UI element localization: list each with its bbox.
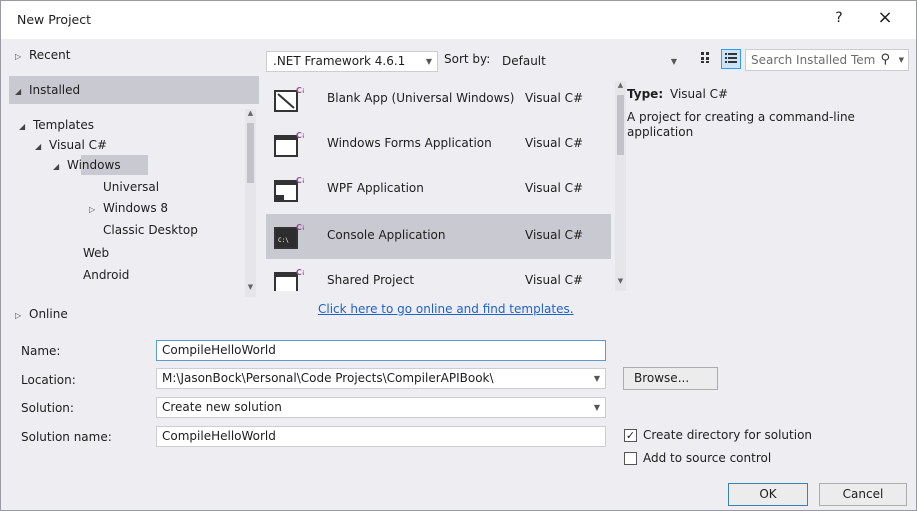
location-label: Location: [21, 373, 76, 387]
list-view-icon[interactable] [721, 49, 741, 69]
create-directory-label[interactable]: Create directory for solution [643, 428, 812, 442]
collapse-arrow-icon: ◢ [53, 162, 60, 171]
chevron-down-icon[interactable]: ▼ [899, 50, 904, 70]
tree-item-windows[interactable]: ◢ Windows [53, 155, 121, 175]
chevron-down-icon: ▼ [425, 57, 432, 66]
wpf-icon: C# [274, 176, 304, 202]
template-description: A project for creating a command-line ap… [627, 110, 855, 139]
collapse-arrow-icon: ◢ [19, 122, 26, 131]
chevron-down-icon: ▼ [593, 374, 600, 383]
tree-item-installed[interactable]: ◢ Installed [15, 80, 80, 100]
online-templates-link[interactable]: Click here to go online and find templat… [318, 302, 574, 316]
tree-item-classic-desktop[interactable]: Classic Desktop [103, 220, 198, 240]
add-source-control-label[interactable]: Add to source control [643, 451, 771, 465]
template-row-winforms[interactable]: C# Windows Forms Application Visual C# [266, 122, 611, 167]
scroll-up-icon[interactable]: ▲ [615, 81, 626, 89]
tree-scrollbar[interactable]: ▲ ▼ [245, 109, 256, 297]
expand-arrow-icon: ▷ [89, 205, 96, 214]
tree-item-online[interactable]: ▷ Online [15, 304, 68, 324]
solution-name-input[interactable]: CompileHelloWorld [156, 426, 606, 447]
tree-item-visual-csharp[interactable]: ◢ Visual C# [35, 135, 107, 155]
type-label: Type: [627, 87, 664, 101]
small-icons-view-icon[interactable] [696, 49, 716, 69]
chevron-down-icon: ▼ [670, 57, 677, 66]
tree-item-web[interactable]: Web [83, 243, 109, 263]
template-row-console[interactable]: C:\ C# Console Application Visual C# [266, 214, 611, 259]
new-project-dialog: New Project ? × ▷ Recent ◢ Installed ◢ Temp… [0, 0, 917, 511]
sort-label: Sort by: [444, 52, 491, 66]
template-row-blank-app[interactable]: C# Blank App (Universal Windows) Visual … [266, 77, 611, 122]
ok-button[interactable]: OK [728, 483, 808, 506]
scroll-down-icon[interactable]: ▼ [245, 283, 256, 291]
scroll-up-icon[interactable]: ▲ [245, 109, 256, 117]
cancel-button[interactable]: Cancel [819, 483, 907, 506]
search-icon[interactable]: ⚲ [880, 50, 890, 70]
name-label: Name: [21, 344, 61, 358]
name-input[interactable]: CompileHelloWorld [156, 340, 606, 361]
expand-arrow-icon: ▷ [15, 311, 22, 320]
svg-text:C:\: C:\ [278, 237, 289, 244]
tree-scroll-thumb[interactable] [247, 123, 254, 183]
tree-item-recent[interactable]: ▷ Recent [15, 45, 70, 65]
svg-text:C#: C# [296, 131, 304, 140]
template-row-shared-project[interactable]: C# Shared Project Visual C# [266, 259, 611, 291]
universal-app-icon: C# [274, 86, 304, 112]
template-scroll-thumb[interactable] [617, 95, 624, 155]
template-tree: ▷ Recent ◢ Installed ◢ Templates ◢ Visual C#… [9, 39, 259, 329]
dialog-title: New Project [17, 12, 92, 27]
collapse-arrow-icon: ◢ [15, 87, 22, 96]
shared-project-icon: C# [274, 268, 304, 291]
tree-item-windows8[interactable]: ▷ Windows 8 [89, 198, 168, 218]
chevron-down-icon: ▼ [593, 403, 600, 412]
title-bar: New Project ? × [1, 1, 916, 39]
svg-text:C#: C# [296, 176, 304, 185]
browse-button[interactable]: Browse... [623, 367, 718, 390]
console-icon: C:\ C# [274, 223, 304, 249]
type-value: Visual C# [670, 87, 729, 101]
svg-text:C#: C# [296, 268, 304, 277]
search-input[interactable]: Search Installed Tem ⚲ ▼ [745, 49, 909, 71]
location-combo[interactable]: M:\JasonBock\Personal\Code Projects\Comp… [156, 368, 606, 389]
scroll-down-icon[interactable]: ▼ [615, 277, 626, 285]
tree-item-templates[interactable]: ◢ Templates [19, 115, 94, 135]
collapse-arrow-icon: ◢ [35, 142, 42, 151]
winforms-icon: C# [274, 131, 304, 157]
svg-text:C#: C# [296, 86, 304, 95]
solution-name-label: Solution name: [21, 430, 112, 444]
help-button[interactable]: ? [829, 10, 849, 26]
tree-item-universal[interactable]: Universal [103, 177, 159, 197]
tree-item-android[interactable]: Android [83, 265, 129, 285]
svg-text:C#: C# [296, 223, 304, 232]
add-source-control-checkbox[interactable] [624, 452, 637, 465]
template-list: C# Blank App (Universal Windows) Visual … [266, 77, 611, 291]
sort-select[interactable]: Default ▼ [497, 51, 683, 72]
create-directory-checkbox[interactable]: ✓ [624, 429, 637, 442]
template-row-wpf[interactable]: C# WPF Application Visual C# [266, 167, 611, 212]
template-list-scrollbar[interactable]: ▲ ▼ [615, 81, 626, 291]
solution-select[interactable]: Create new solution ▼ [156, 397, 606, 418]
check-icon: ✓ [625, 429, 636, 442]
expand-arrow-icon: ▷ [15, 52, 22, 61]
framework-select[interactable]: .NET Framework 4.6.1 ▼ [266, 51, 438, 72]
solution-label: Solution: [21, 401, 74, 415]
close-button[interactable]: × [873, 7, 897, 28]
